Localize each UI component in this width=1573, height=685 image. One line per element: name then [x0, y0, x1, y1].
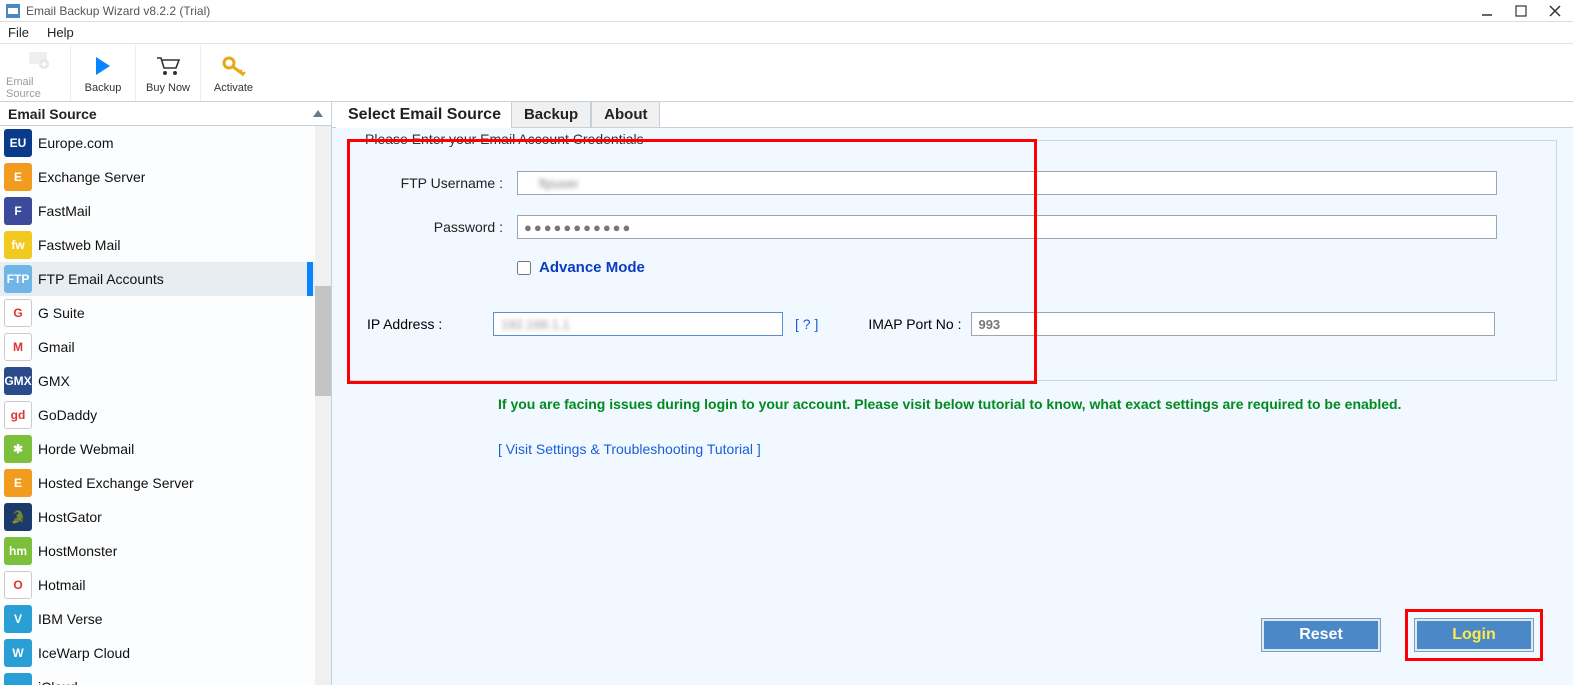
- menu-file[interactable]: File: [8, 25, 29, 40]
- sidebar-item-label: GoDaddy: [38, 407, 97, 423]
- app-icon: [6, 4, 20, 18]
- sidebar-item-label: Hosted Exchange Server: [38, 475, 194, 491]
- sidebar-item-label: HostMonster: [38, 543, 117, 559]
- tab-select-email-source[interactable]: Select Email Source: [336, 102, 511, 128]
- sidebar-item-label: Hotmail: [38, 577, 85, 593]
- source-icon: E: [4, 163, 32, 191]
- sidebar-item-label: FastMail: [38, 203, 91, 219]
- source-icon: ☁: [4, 673, 32, 685]
- toolbar: Email Source Backup Buy Now Activate: [0, 44, 1573, 102]
- source-icon: EU: [4, 129, 32, 157]
- sidebar-item-gmail[interactable]: M Gmail: [0, 330, 331, 364]
- highlight-box-login: Login: [1405, 609, 1543, 661]
- sidebar-item-exchange-server[interactable]: E Exchange Server: [0, 160, 331, 194]
- source-icon: G: [4, 299, 32, 327]
- password-label: Password :: [367, 219, 517, 235]
- source-icon: GMX: [4, 367, 32, 395]
- ip-address-label: IP Address :: [367, 316, 493, 332]
- password-input[interactable]: [517, 215, 1497, 239]
- sidebar-item-europe-com[interactable]: EU Europe.com: [0, 126, 331, 160]
- cart-icon: [155, 52, 181, 80]
- source-icon: V: [4, 605, 32, 633]
- source-icon: F: [4, 197, 32, 225]
- sidebar-item-fastmail[interactable]: F FastMail: [0, 194, 331, 228]
- advance-mode-label: Advance Mode: [539, 259, 645, 276]
- sidebar-item-icloud[interactable]: ☁ iCloud: [0, 670, 331, 685]
- source-icon: O: [4, 571, 32, 599]
- sidebar-item-label: Fastweb Mail: [38, 237, 120, 253]
- titlebar: Email Backup Wizard v8.2.2 (Trial): [0, 0, 1573, 22]
- sidebar-item-ibm-verse[interactable]: V IBM Verse: [0, 602, 331, 636]
- ftp-username-input[interactable]: [517, 171, 1497, 195]
- credentials-fieldset: Please Enter your Email Account Credenti…: [348, 140, 1557, 381]
- sidebar-item-ftp-email-accounts[interactable]: FTP FTP Email Accounts: [0, 262, 331, 296]
- sidebar-item-label: IceWarp Cloud: [38, 645, 130, 661]
- login-button[interactable]: Login: [1414, 618, 1534, 652]
- sidebar-item-gmx[interactable]: GMX GMX: [0, 364, 331, 398]
- imap-port-input[interactable]: [971, 312, 1495, 336]
- sidebar-item-icewarp-cloud[interactable]: W IceWarp Cloud: [0, 636, 331, 670]
- minimize-button[interactable]: [1481, 5, 1493, 17]
- content-area: Select Email Source Backup About Please …: [332, 102, 1573, 685]
- source-icon: W: [4, 639, 32, 667]
- sidebar-list: EU Europe.com E Exchange Server F FastMail fw F…: [0, 126, 331, 685]
- sidebar-item-hotmail[interactable]: O Hotmail: [0, 568, 331, 602]
- sidebar-item-label: iCloud: [38, 679, 78, 685]
- source-icon: M: [4, 333, 32, 361]
- sidebar-header[interactable]: Email Source: [0, 102, 331, 126]
- sidebar-item-label: FTP Email Accounts: [38, 271, 164, 287]
- source-icon: fw: [4, 231, 32, 259]
- source-icon: E: [4, 469, 32, 497]
- reset-button[interactable]: Reset: [1261, 618, 1381, 652]
- tab-about[interactable]: About: [591, 101, 660, 128]
- toolbar-activate[interactable]: Activate: [201, 44, 266, 101]
- scroll-thumb[interactable]: [315, 286, 331, 396]
- sidebar-item-label: HostGator: [38, 509, 102, 525]
- source-icon: ✱: [4, 435, 32, 463]
- sidebar-item-g-suite[interactable]: G G Suite: [0, 296, 331, 330]
- menu-help[interactable]: Help: [47, 25, 74, 40]
- sidebar-item-horde-webmail[interactable]: ✱ Horde Webmail: [0, 432, 331, 466]
- advance-mode-checkbox[interactable]: [517, 261, 531, 275]
- ip-help-link[interactable]: [ ? ]: [795, 316, 818, 332]
- sidebar-item-label: Europe.com: [38, 135, 113, 151]
- toolbar-email-source[interactable]: Email Source: [6, 44, 71, 101]
- imap-port-label: IMAP Port No :: [868, 316, 961, 332]
- collapse-arrow-icon: [313, 110, 323, 117]
- ip-address-input[interactable]: [493, 312, 783, 336]
- window-title: Email Backup Wizard v8.2.2 (Trial): [26, 4, 1481, 18]
- tab-strip: Select Email Source Backup About: [332, 102, 1573, 128]
- ftp-username-label: FTP Username :: [367, 175, 517, 191]
- maximize-button[interactable]: [1515, 5, 1527, 17]
- sidebar-item-label: Exchange Server: [38, 169, 145, 185]
- tutorial-link[interactable]: [ Visit Settings & Troubleshooting Tutor…: [498, 441, 761, 457]
- source-icon: hm: [4, 537, 32, 565]
- sidebar-item-label: Horde Webmail: [38, 441, 134, 457]
- fieldset-legend: Please Enter your Email Account Credenti…: [359, 131, 650, 147]
- close-button[interactable]: [1549, 5, 1561, 17]
- sidebar-scrollbar[interactable]: [315, 126, 331, 685]
- toolbar-buy-now[interactable]: Buy Now: [136, 44, 201, 101]
- sidebar-item-label: Gmail: [38, 339, 75, 355]
- sidebar-item-fastweb-mail[interactable]: fw Fastweb Mail: [0, 228, 331, 262]
- email-source-icon: [25, 46, 51, 74]
- sidebar: Email Source EU Europe.com E Exchange Serve…: [0, 102, 332, 685]
- source-icon: 🐊: [4, 503, 32, 531]
- sidebar-item-hosted-exchange-server[interactable]: E Hosted Exchange Server: [0, 466, 331, 500]
- backup-icon: [94, 52, 112, 80]
- key-icon: [221, 52, 247, 80]
- source-icon: gd: [4, 401, 32, 429]
- menubar: File Help: [0, 22, 1573, 44]
- sidebar-item-godaddy[interactable]: gd GoDaddy: [0, 398, 331, 432]
- sidebar-item-label: G Suite: [38, 305, 85, 321]
- sidebar-item-hostgator[interactable]: 🐊 HostGator: [0, 500, 331, 534]
- toolbar-backup[interactable]: Backup: [71, 44, 136, 101]
- source-icon: FTP: [4, 265, 32, 293]
- sidebar-item-label: GMX: [38, 373, 70, 389]
- sidebar-item-label: IBM Verse: [38, 611, 103, 627]
- tab-backup[interactable]: Backup: [511, 101, 591, 128]
- sidebar-item-hostmonster[interactable]: hm HostMonster: [0, 534, 331, 568]
- login-help-message: If you are facing issues during login to…: [498, 395, 1557, 415]
